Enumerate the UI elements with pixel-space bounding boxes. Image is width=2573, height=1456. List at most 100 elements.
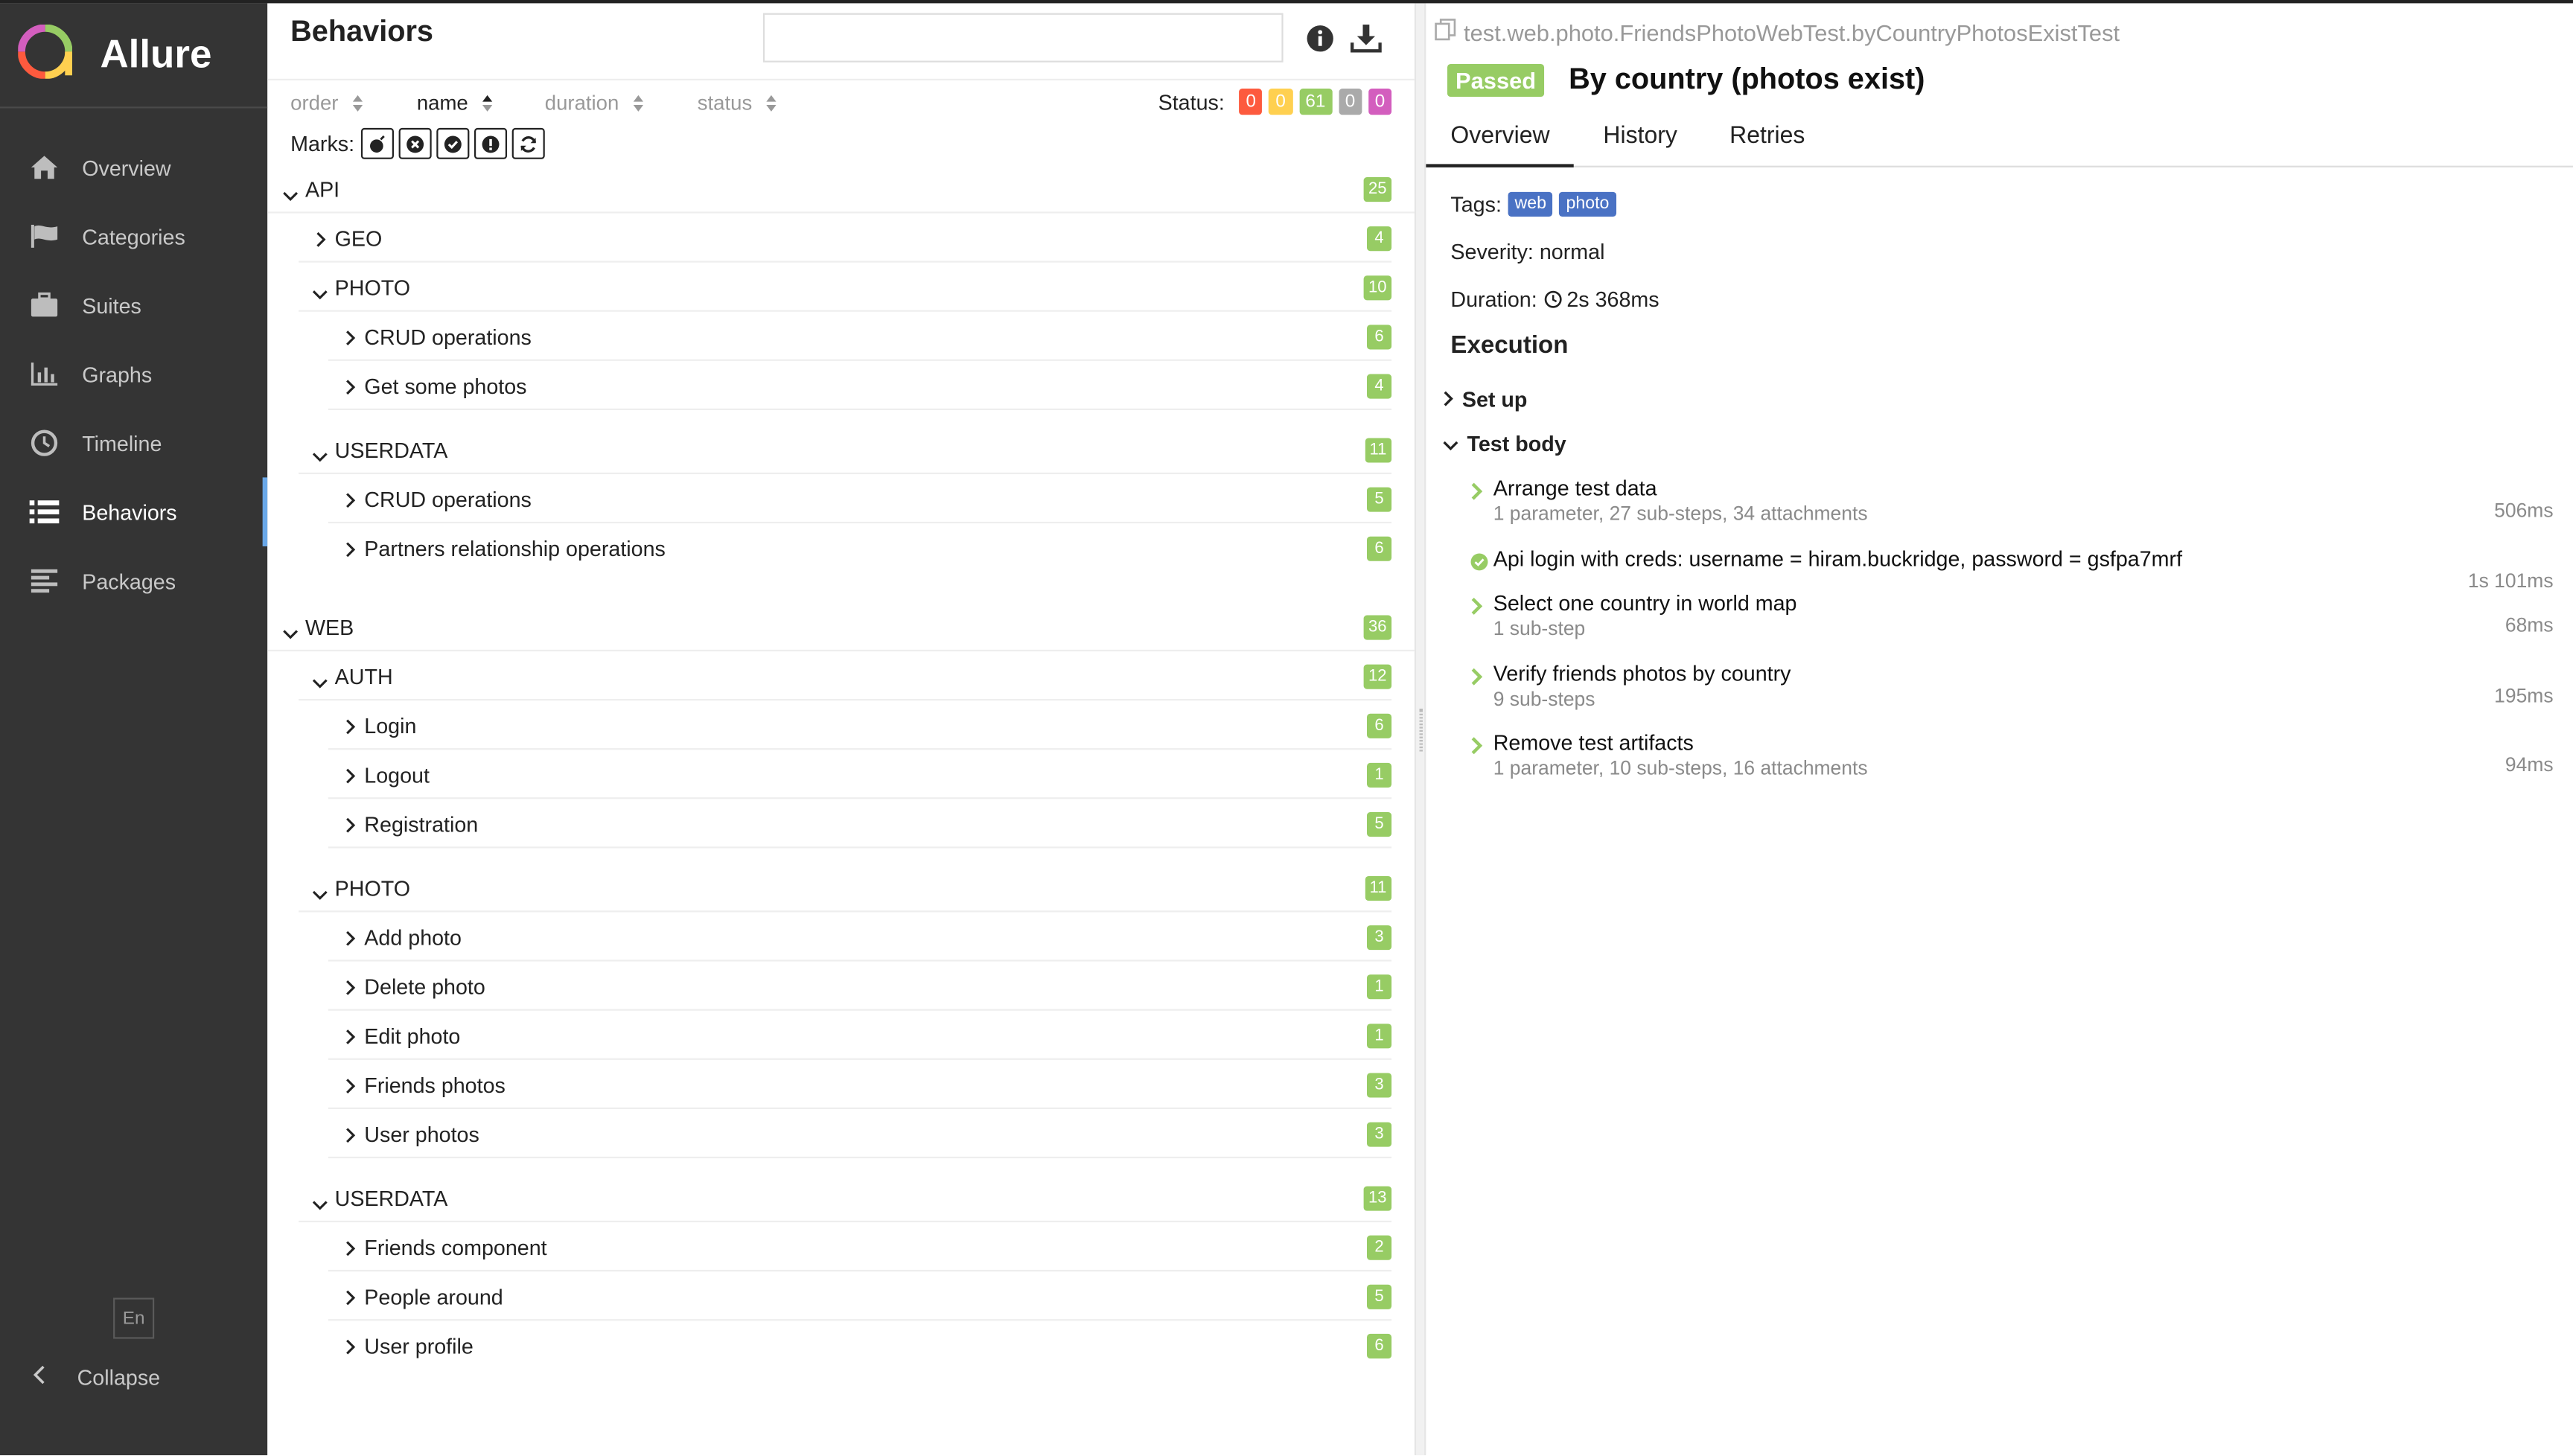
tag-photo[interactable]: photo	[1559, 191, 1616, 217]
tag-web[interactable]: web	[1508, 191, 1553, 217]
status-badge-passed[interactable]: 61	[1298, 89, 1333, 115]
collapse-button[interactable]: Collapse	[0, 1352, 267, 1401]
info-icon[interactable]	[1306, 25, 1333, 60]
pane-splitter[interactable]	[1414, 3, 1426, 1456]
sort-label: order	[290, 92, 339, 115]
sort-arrows-icon	[351, 94, 365, 113]
count-badge: 6	[1367, 1333, 1392, 1358]
tree-feature[interactable]: Add photo 3	[267, 912, 1415, 962]
refresh-icon[interactable]	[511, 127, 545, 159]
nav-item-categories[interactable]: Categories	[0, 202, 267, 271]
chevron-down-icon	[1442, 432, 1458, 456]
tab-history[interactable]: History	[1603, 123, 1677, 149]
count-badge: 1	[1367, 762, 1392, 788]
chevron-right-icon	[345, 1075, 356, 1099]
tree-subgroup[interactable]: AUTH 12	[267, 651, 1415, 701]
count-badge: 1	[1367, 974, 1392, 1000]
count-badge: 13	[1363, 1186, 1392, 1211]
status-badge-failed[interactable]: 0	[1239, 89, 1263, 115]
status-label: Status:	[1158, 89, 1225, 115]
sort-arrows-icon	[481, 94, 494, 113]
briefcase-icon	[28, 289, 60, 322]
tree-feature[interactable]: Login 6	[267, 700, 1415, 750]
brand[interactable]: Allure	[0, 3, 268, 109]
tree-feature[interactable]: User profile 6	[267, 1321, 1415, 1370]
nav-item-overview[interactable]: Overview	[0, 133, 267, 202]
tree-feature[interactable]: Partners relationship operations 6	[267, 523, 1415, 572]
splitter-grip[interactable]	[1419, 709, 1423, 752]
tree-label: Get some photos	[364, 373, 527, 398]
nav-item-behaviors[interactable]: Behaviors	[0, 477, 268, 546]
tree-subgroup[interactable]: PHOTO 10	[267, 263, 1415, 312]
clock-icon	[1544, 290, 1562, 308]
nav-item-graphs[interactable]: Graphs	[0, 339, 267, 409]
duration-row: Duration: 2s 368ms	[1450, 287, 1659, 312]
copy-icon[interactable]	[1434, 18, 1457, 45]
count-badge: 2	[1367, 1235, 1392, 1260]
chevron-right-icon	[345, 1026, 356, 1050]
tree-feature[interactable]: People around 5	[267, 1271, 1415, 1321]
tree-feature[interactable]: Logout 1	[267, 750, 1415, 799]
sort-duration[interactable]: duration	[545, 89, 698, 118]
tree-group[interactable]: API 25	[267, 164, 1415, 214]
tree-feature[interactable]: Get some photos 4	[267, 361, 1415, 411]
sort-label: name	[416, 92, 468, 115]
sort-name[interactable]: name	[417, 89, 545, 118]
chevron-left-icon	[33, 1364, 46, 1389]
tree-label: PHOTO	[334, 875, 411, 900]
tree-feature[interactable]: Friends component 2	[267, 1222, 1415, 1272]
tree-label: CRUD operations	[364, 486, 532, 511]
tree-group[interactable]: WEB 36	[267, 602, 1415, 652]
download-icon[interactable]	[1350, 23, 1382, 61]
tree-feature[interactable]: CRUD operations 5	[267, 474, 1415, 524]
count-badge: 1	[1367, 1024, 1392, 1049]
chevron-down-icon	[282, 182, 299, 207]
tree-feature[interactable]: Registration 5	[267, 799, 1415, 849]
test-full-name[interactable]: test.web.photo.FriendsPhotoWebTest.byCou…	[1434, 18, 2120, 45]
setup-section[interactable]: Set up	[1442, 387, 1527, 412]
tree-feature[interactable]: Delete photo 1	[267, 962, 1415, 1011]
tree-subgroup[interactable]: PHOTO 11	[267, 863, 1415, 913]
tags-row: Tags: web photo	[1450, 191, 1616, 217]
exclamation-circle-icon[interactable]	[474, 127, 508, 159]
tree-label: Login	[364, 712, 417, 738]
tab-retries[interactable]: Retries	[1729, 123, 1805, 149]
bar-chart-icon	[28, 357, 60, 390]
test-body-section[interactable]: Test body	[1442, 432, 1566, 456]
sort-status[interactable]: status	[698, 89, 779, 118]
times-circle-icon[interactable]	[398, 127, 432, 159]
status-badge-broken[interactable]: 0	[1269, 89, 1292, 115]
chevron-right-icon	[345, 538, 356, 563]
sidebar: Allure Overview Categories Suites Graphs…	[0, 3, 268, 1456]
tree-feature[interactable]: Friends photos 3	[267, 1060, 1415, 1109]
chevron-down-icon	[312, 881, 328, 906]
step-name: Select one country in world map	[1493, 590, 1797, 616]
chevron-right-icon	[345, 976, 356, 1000]
sort-order[interactable]: order	[290, 89, 417, 118]
brand-name: Allure	[100, 31, 212, 77]
tree-label: Partners relationship operations	[364, 535, 666, 561]
flag-icon	[28, 220, 60, 252]
count-badge: 3	[1367, 925, 1392, 951]
nav-item-timeline[interactable]: Timeline	[0, 409, 267, 478]
check-circle-icon[interactable]	[436, 127, 470, 159]
chevron-right-icon	[315, 228, 326, 252]
sort-bar: order name duration status	[290, 89, 778, 118]
bomb-icon[interactable]	[360, 127, 394, 159]
tab-overview[interactable]: Overview	[1426, 123, 1575, 167]
tree-subgroup[interactable]: GEO 4	[267, 214, 1415, 263]
tree-subgroup[interactable]: USERDATA 11	[267, 425, 1415, 474]
sort-arrows-icon	[632, 94, 645, 113]
nav-item-suites[interactable]: Suites	[0, 271, 267, 340]
status-badge-unknown[interactable]: 0	[1368, 89, 1392, 115]
count-badge: 10	[1363, 275, 1392, 301]
tree-feature[interactable]: Edit photo 1	[267, 1011, 1415, 1060]
step-duration: 68ms	[2505, 613, 2554, 637]
status-badge-skipped[interactable]: 0	[1338, 89, 1362, 115]
tree-feature[interactable]: CRUD operations 6	[267, 312, 1415, 361]
search-input[interactable]	[762, 13, 1284, 63]
tree-subgroup[interactable]: USERDATA 13	[267, 1173, 1415, 1223]
tree-feature[interactable]: User photos 3	[267, 1109, 1415, 1159]
language-button[interactable]: En	[113, 1297, 155, 1339]
nav-item-packages[interactable]: Packages	[0, 546, 267, 616]
